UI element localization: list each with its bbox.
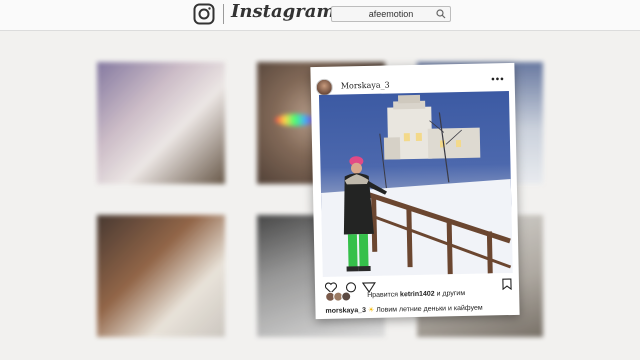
likes-line: Нравится ketrin1402 и другим [367,290,465,299]
search-icon [436,9,446,19]
share-icon [361,282,376,293]
header-divider [223,4,224,24]
instagram-logo-icon[interactable] [193,3,215,25]
instagram-wordmark[interactable]: Instagram [231,1,335,22]
more-dots-icon[interactable]: ••• [491,74,505,85]
bookmark-icon [502,278,512,291]
avatar[interactable] [315,78,333,97]
photo-scene [321,94,513,277]
post-caption: morskaya_3 ☀ Ловим летние деньки и кайфу… [325,304,482,315]
caption-text: Ловим летние деньки и кайфуем [376,304,483,314]
liker-avatars[interactable] [325,291,357,302]
search-input[interactable]: afeemotion [331,6,451,22]
search-value: afeemotion [368,9,414,19]
post-card: Morskaya_3 ••• Нравится ketrin1402 и дру… [310,62,520,320]
likes-prefix: Нравится [367,291,399,300]
caption-user[interactable]: morskaya_3 [325,307,366,315]
liked-by-user[interactable]: ketrin1402 [400,291,435,299]
grid-photo[interactable] [97,62,225,184]
sun-emoji-icon: ☀ [367,306,375,315]
rainbow-light [275,114,315,126]
post-username[interactable]: Morskaya_3 [341,81,390,91]
likes-suffix: и другим [436,289,466,298]
post-photo[interactable] [318,91,513,277]
grid-photo[interactable] [97,215,225,337]
top-bar: Instagram afeemotion [0,0,640,31]
